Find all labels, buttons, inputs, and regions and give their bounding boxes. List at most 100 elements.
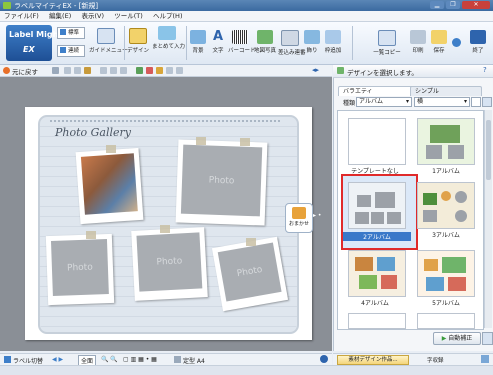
photo-frame-3[interactable]: Photo xyxy=(131,227,208,301)
gallery-title[interactable]: Photo Gallery xyxy=(55,126,131,139)
expand-arrow-icon[interactable]: ▸ • xyxy=(313,212,321,219)
close-button[interactable]: ✕ xyxy=(462,1,490,9)
thumb-photo xyxy=(355,212,369,224)
design-palette-icon xyxy=(129,28,147,44)
design-button[interactable]: デザイン xyxy=(126,28,150,54)
add-frame-icon xyxy=(325,30,341,44)
save-folder-icon xyxy=(431,30,447,44)
barcode-button[interactable]: バーコード xyxy=(228,30,256,54)
template-scrollbar[interactable] xyxy=(484,110,492,328)
thumb-photo xyxy=(423,210,437,222)
photo-frame-1[interactable]: Photo xyxy=(175,139,268,226)
mode-standard-label: 標準 xyxy=(68,30,80,36)
background-button[interactable]: 背景 xyxy=(188,30,208,54)
info-icon[interactable] xyxy=(320,355,328,363)
tab-simple[interactable]: シンプル xyxy=(410,86,482,96)
text-button[interactable]: A 文字 xyxy=(209,29,227,55)
group-icon[interactable] xyxy=(120,67,127,74)
orientation-select-value: 横 xyxy=(417,98,424,105)
pen-icon[interactable] xyxy=(146,67,153,74)
template-thumb-album1[interactable] xyxy=(417,118,475,165)
tape-decoration xyxy=(196,137,206,145)
shape-icon[interactable] xyxy=(136,67,143,74)
panel-bottom-icon[interactable] xyxy=(481,355,489,363)
view-mode-icons[interactable]: ▢ ▥ ▦ • ▦ xyxy=(123,356,157,363)
thumb-photo xyxy=(359,275,377,289)
image-icon[interactable] xyxy=(176,67,183,74)
save-button[interactable]: 保存 xyxy=(430,30,448,54)
fill-icon[interactable] xyxy=(156,67,163,74)
orientation-select[interactable]: 横 ▾ xyxy=(414,97,470,107)
mode-continuous-button[interactable]: 連続 xyxy=(57,45,85,57)
cut-icon[interactable] xyxy=(64,67,71,74)
photo-frame-children[interactable] xyxy=(75,147,144,225)
template-thumb-album5[interactable] xyxy=(417,250,475,297)
zoom-icons[interactable]: 🔍 🔍 xyxy=(101,356,118,363)
auto-correct-button[interactable]: ▶ 自動補正 xyxy=(433,332,481,345)
print-button[interactable]: 印刷 xyxy=(409,30,427,54)
scroll-thumb[interactable] xyxy=(486,120,491,180)
menu-view[interactable]: 表示(V) xyxy=(77,11,108,21)
template-thumb-partial[interactable] xyxy=(348,313,406,329)
scroll-arrows-icon[interactable]: ◂▸ xyxy=(312,66,319,74)
help-icon[interactable]: ? xyxy=(483,66,487,74)
add-frame-button[interactable]: 枠追加 xyxy=(322,30,344,54)
barcode-icon xyxy=(232,30,248,44)
text-a-icon: A xyxy=(212,29,224,44)
template-thumb-none[interactable] xyxy=(348,118,406,165)
menu-edit[interactable]: 編集(E) xyxy=(45,11,75,21)
mode-continuous-label: 連続 xyxy=(68,48,80,54)
nav-arrows-icon[interactable]: ◀ ▶ xyxy=(52,356,63,363)
panel-option-icon[interactable] xyxy=(482,332,493,345)
order-icon[interactable] xyxy=(110,67,117,74)
copy-icon[interactable] xyxy=(74,67,81,74)
minimize-button[interactable]: ▁ xyxy=(430,1,444,9)
back-arrow-button[interactable] xyxy=(451,38,461,49)
merge-number-button[interactable]: 差込み連番 xyxy=(278,30,306,56)
mode-standard-button[interactable]: 標準 xyxy=(57,27,85,39)
chevron-down-icon: ▾ xyxy=(405,98,409,105)
save-label: 保存 xyxy=(433,48,445,54)
list-copy-label: 一覧コピー xyxy=(373,50,401,56)
tab-variety[interactable]: バラエティ xyxy=(338,86,414,96)
menu-help[interactable]: ヘルプ(H) xyxy=(149,11,186,21)
search-icon[interactable] xyxy=(471,97,481,107)
label-switch-button[interactable]: ラベル切替 xyxy=(13,356,43,365)
material-design-button[interactable]: 素材デザイン作品... xyxy=(337,355,409,365)
template-thumb-partial[interactable] xyxy=(417,313,475,329)
ribbon-separator xyxy=(124,26,125,60)
list-copy-button[interactable]: 一覧コピー xyxy=(372,30,402,56)
undo-icon[interactable] xyxy=(3,67,10,74)
template-thumb-album2[interactable] xyxy=(348,182,406,229)
undo-button[interactable]: 元に戻す xyxy=(12,66,38,76)
guide-menu-button[interactable]: ガイドメニュー xyxy=(89,28,128,54)
paste-icon[interactable] xyxy=(84,67,91,74)
photo-frame-2[interactable]: Photo xyxy=(45,233,115,306)
design-label: デザイン xyxy=(126,48,149,54)
decoration-button[interactable]: 飾り xyxy=(303,30,321,54)
omakase-button[interactable]: おまかせ xyxy=(285,203,313,233)
guide-menu-label: ガイドメニュー xyxy=(89,48,128,54)
maximize-button[interactable]: ❐ xyxy=(446,1,460,9)
align-icon[interactable] xyxy=(100,67,107,74)
thumb-photo xyxy=(441,191,451,201)
view-toggle-icon[interactable] xyxy=(482,97,492,107)
children-photo xyxy=(80,153,138,215)
photo-frame-4[interactable]: Photo xyxy=(211,236,289,312)
exit-button[interactable]: 終了 xyxy=(469,30,487,54)
menu-tools[interactable]: ツール(T) xyxy=(110,11,147,21)
template-thumb-album3[interactable] xyxy=(417,182,475,229)
batch-input-button[interactable]: まとめて入力 xyxy=(152,26,185,50)
template-thumb-album4[interactable] xyxy=(348,250,406,297)
kind-select[interactable]: アルバム ▾ xyxy=(356,97,412,107)
auto-correct-label: 自動補正 xyxy=(448,335,473,342)
menu-file[interactable]: ファイル(F) xyxy=(0,11,43,21)
line-icon[interactable] xyxy=(166,67,173,74)
redo-icon[interactable] xyxy=(52,67,59,74)
text-label: 文字 xyxy=(212,48,224,54)
omakase-icon xyxy=(292,207,306,219)
decoration-icon xyxy=(304,30,320,44)
logo-ex-text: EX xyxy=(23,45,35,54)
map-photo-button[interactable]: 地図写真 xyxy=(253,30,277,54)
thumb-photo xyxy=(426,145,442,159)
